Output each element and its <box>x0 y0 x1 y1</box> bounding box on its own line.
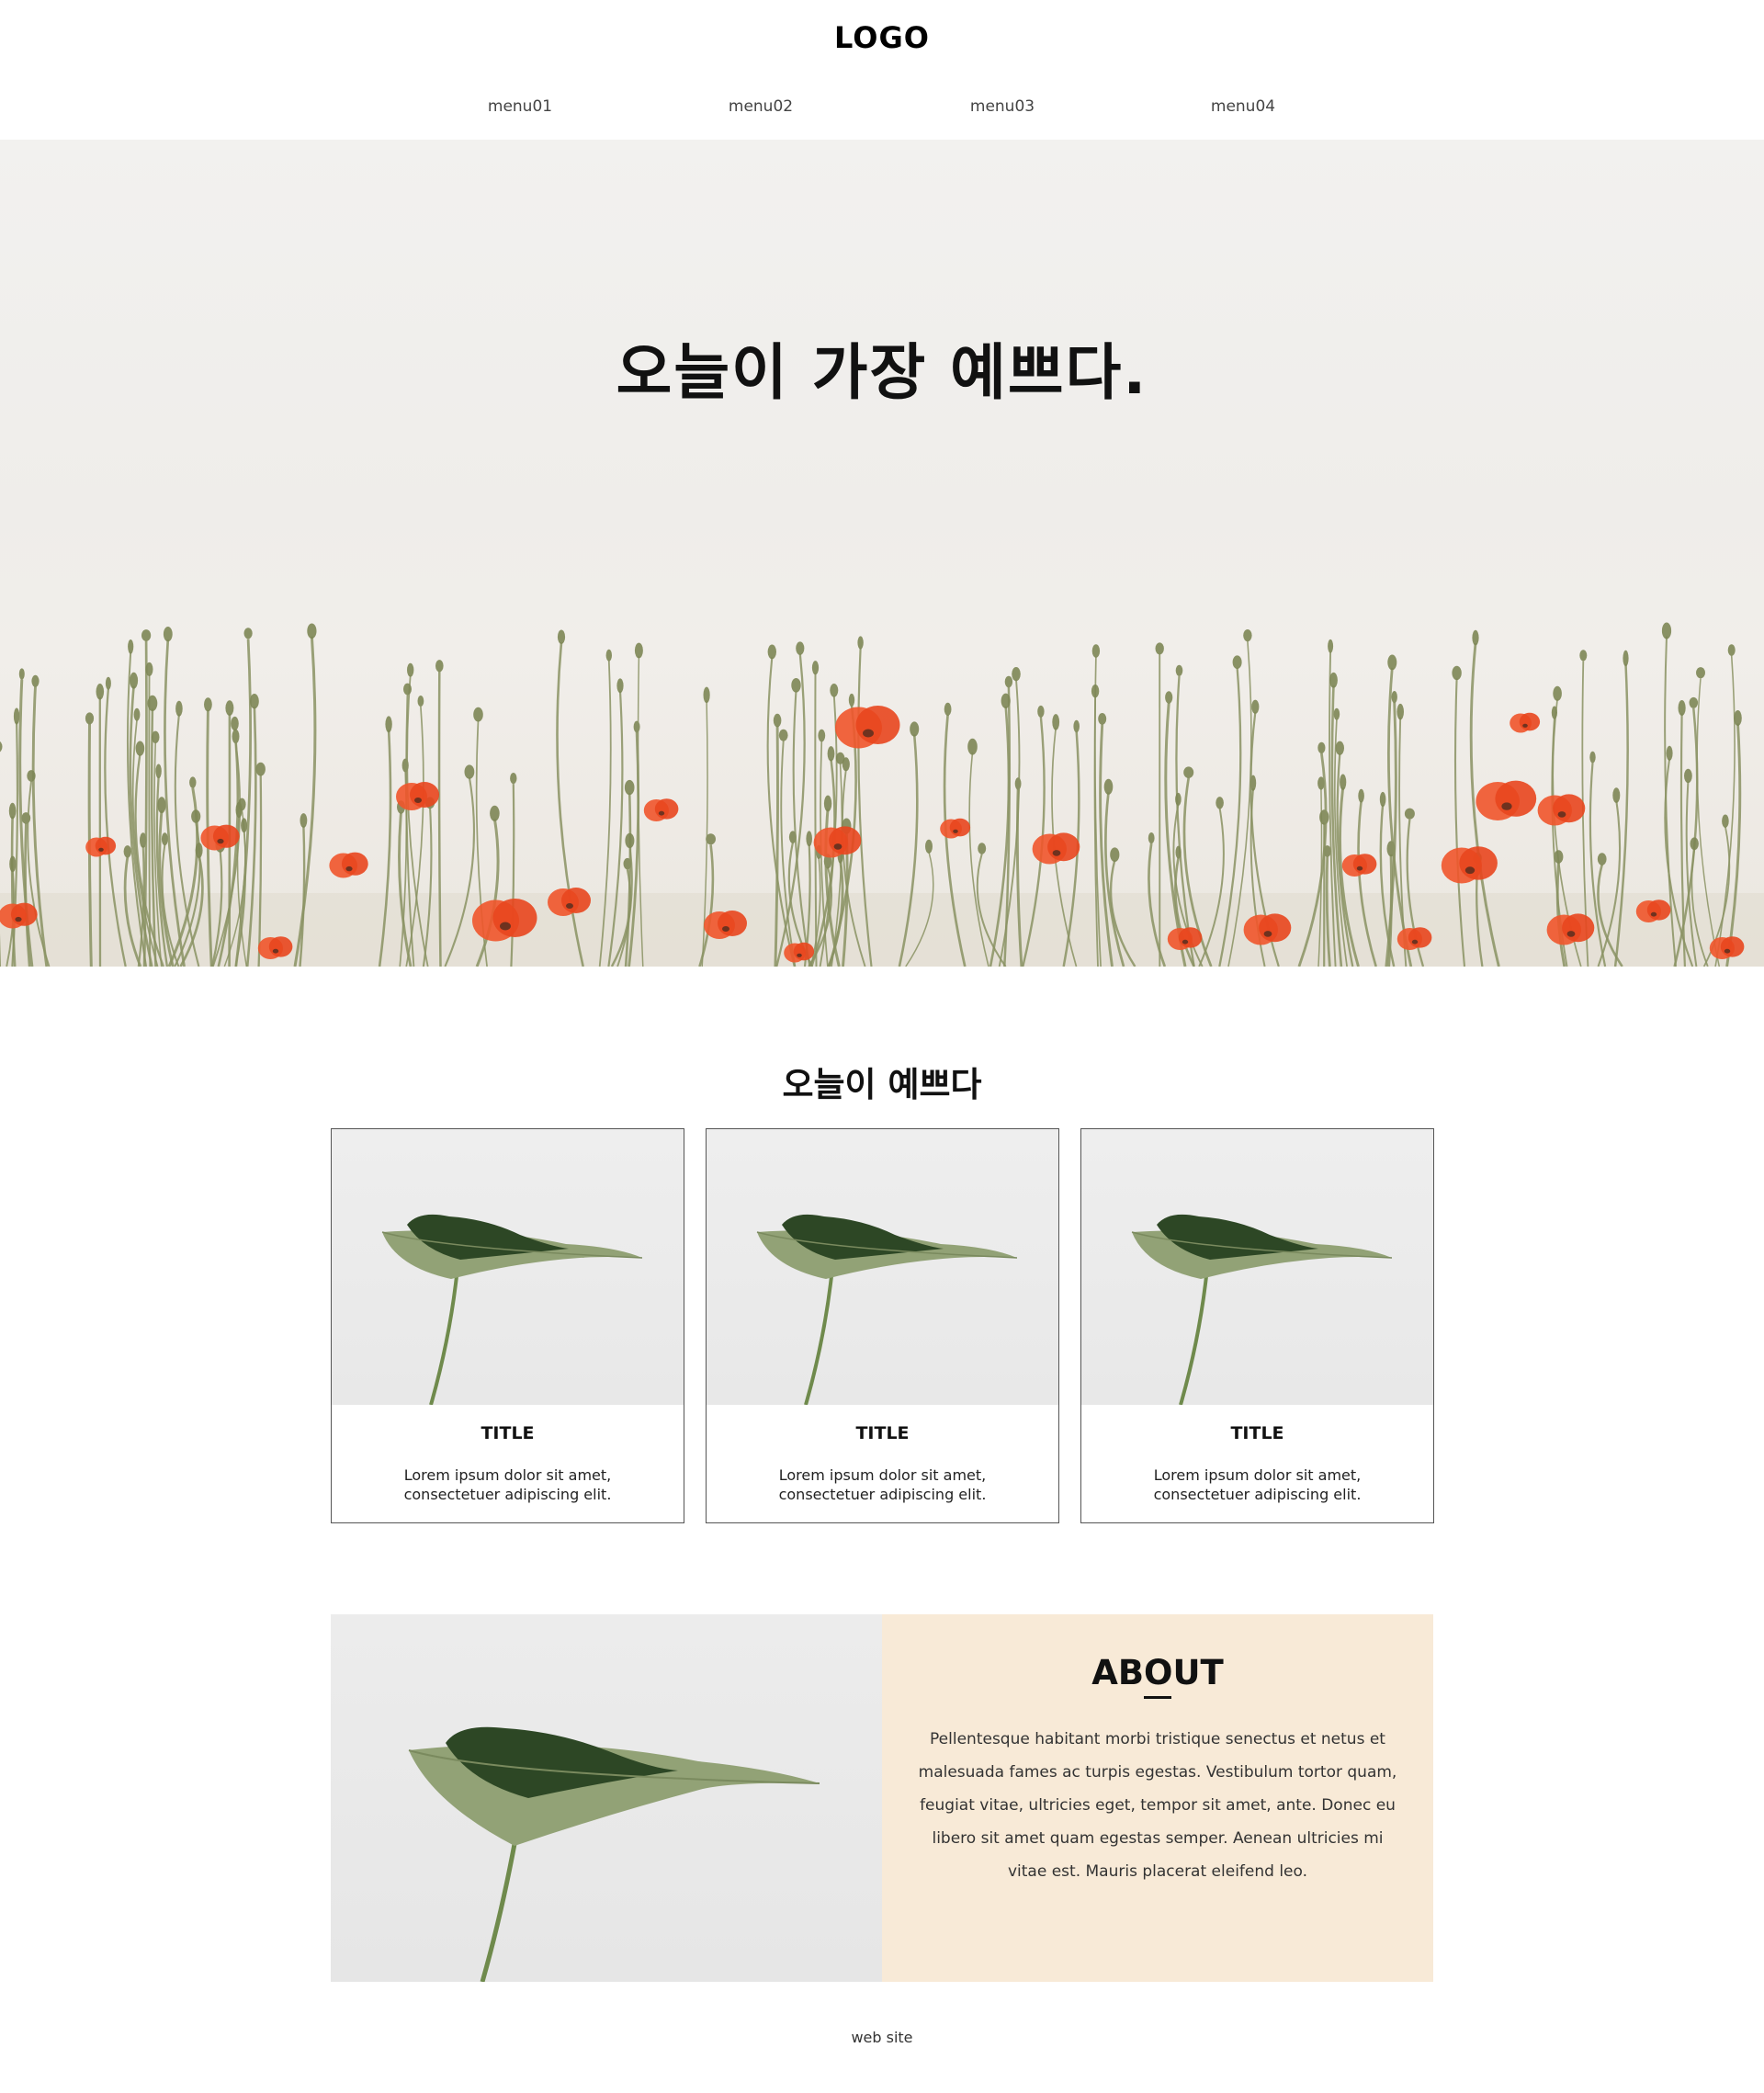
card-description: Lorem ipsum dolor sit amet, consectetuer… <box>1153 1466 1362 1503</box>
about-panel: ABOUT Pellentesque habitant morbi tristi… <box>882 1614 1433 1982</box>
section-title: 오늘이 예쁘다 <box>782 1065 982 1104</box>
card-leaf-image <box>332 1129 684 1405</box>
nav-item-menu03[interactable]: menu03 <box>947 97 1057 116</box>
leaf-image <box>756 1214 1018 1405</box>
footer-text: web site <box>851 2029 913 2046</box>
about-title: ABOUT <box>1091 1653 1224 1692</box>
leaf-image <box>408 1726 820 1982</box>
card-description: Lorem ipsum dolor sit amet, consectetuer… <box>778 1466 987 1503</box>
nav-item-menu04[interactable]: menu04 <box>1188 97 1298 116</box>
hero-title: 오늘이 가장 예쁘다. <box>616 337 1148 408</box>
about-leaf-image <box>331 1614 882 1982</box>
card-leaf-image <box>707 1129 1058 1405</box>
logo[interactable]: LOGO <box>0 20 1764 55</box>
card-title: TITLE <box>481 1423 535 1443</box>
about-description: Pellentesque habitant morbi tristique se… <box>918 1730 1397 1881</box>
card[interactable]: TITLE Lorem ipsum dolor sit amet, consec… <box>1080 1128 1434 1523</box>
leaf-image <box>1131 1214 1393 1405</box>
nav-item-menu01[interactable]: menu01 <box>465 97 575 116</box>
card-leaf-image <box>1081 1129 1433 1405</box>
card-description: Lorem ipsum dolor sit amet, consectetuer… <box>403 1466 612 1503</box>
nav-item-menu02[interactable]: menu02 <box>706 97 816 116</box>
card[interactable]: TITLE Lorem ipsum dolor sit amet, consec… <box>331 1128 684 1523</box>
main-nav: menu01 menu02 menu03 menu04 <box>0 97 1764 123</box>
about-title-underline <box>1144 1696 1171 1699</box>
hero-banner: 오늘이 가장 예쁘다. <box>0 140 1764 967</box>
site-header: LOGO menu01 menu02 menu03 menu04 <box>0 0 1764 140</box>
leaf-image <box>381 1214 643 1405</box>
poppy-field-image <box>0 622 1764 967</box>
card-title: TITLE <box>1230 1423 1284 1443</box>
card-title: TITLE <box>855 1423 910 1443</box>
card[interactable]: TITLE Lorem ipsum dolor sit amet, consec… <box>706 1128 1059 1523</box>
